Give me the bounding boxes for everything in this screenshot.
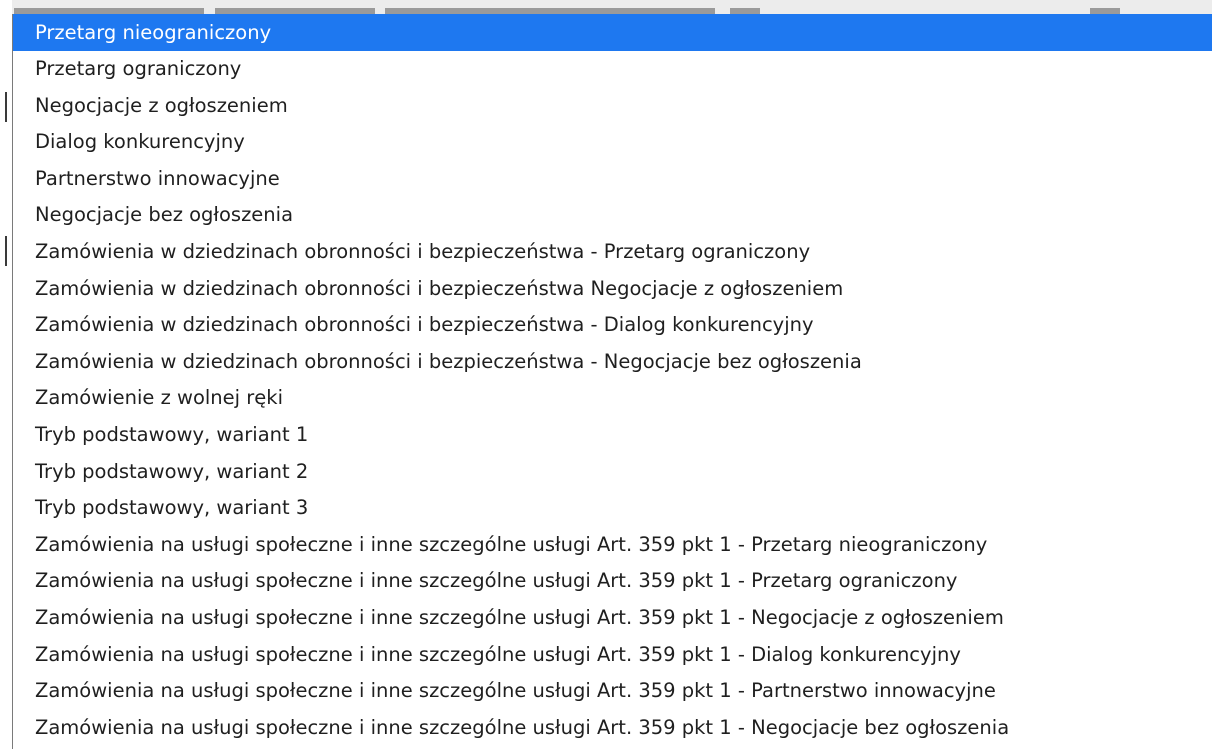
dropdown-option[interactable]: Tryb podstawowy, wariant 2: [13, 454, 1212, 491]
dropdown-option[interactable]: Zamówienia na usługi społeczne i inne sz…: [13, 600, 1212, 637]
dropdown-option[interactable]: Zamówienia w dziedzinach obronności i be…: [13, 234, 1212, 271]
dropdown-option[interactable]: Tryb podstawowy, wariant 1: [13, 417, 1212, 454]
dropdown-option[interactable]: Negocjacje z ogłoszeniem: [13, 88, 1212, 125]
dropdown-option[interactable]: Zamówienie z wolnej ręki: [13, 380, 1212, 417]
background-window-edge: [0, 0, 12, 749]
dropdown-option[interactable]: Zamówienia na usługi społeczne i inne sz…: [13, 673, 1212, 710]
dropdown-option[interactable]: Zamówienia na usługi społeczne i inne sz…: [13, 527, 1212, 564]
background-window-strip: [0, 0, 1212, 14]
screen: Przetarg nieograniczony Przetarg ogranic…: [0, 0, 1212, 749]
dropdown-option[interactable]: Zamówienia na usługi społeczne i inne sz…: [13, 637, 1212, 674]
dropdown-option[interactable]: Dialog konkurencyjny: [13, 124, 1212, 161]
dropdown-option[interactable]: Przetarg ograniczony: [13, 51, 1212, 88]
dropdown-option[interactable]: Zamówienia na usługi społeczne i inne sz…: [13, 710, 1212, 747]
dropdown-option[interactable]: Tryb podstawowy, wariant 3: [13, 490, 1212, 527]
edge-mark: [5, 92, 7, 122]
dropdown-option[interactable]: Partnerstwo innowacyjne: [13, 161, 1212, 198]
dropdown-option[interactable]: Zamówienia w dziedzinach obronności i be…: [13, 344, 1212, 381]
dropdown-option[interactable]: Negocjacje bez ogłoszenia: [13, 197, 1212, 234]
dropdown-option[interactable]: Przetarg nieograniczony: [13, 14, 1212, 51]
dropdown-option[interactable]: Zamówienia w dziedzinach obronności i be…: [13, 271, 1212, 308]
dropdown-option[interactable]: Zamówienia w dziedzinach obronności i be…: [13, 307, 1212, 344]
dropdown-option[interactable]: Zamówienia na usługi społeczne i inne sz…: [13, 563, 1212, 600]
edge-mark: [5, 236, 7, 266]
procedure-type-dropdown-list[interactable]: Przetarg nieograniczony Przetarg ogranic…: [12, 14, 1212, 749]
